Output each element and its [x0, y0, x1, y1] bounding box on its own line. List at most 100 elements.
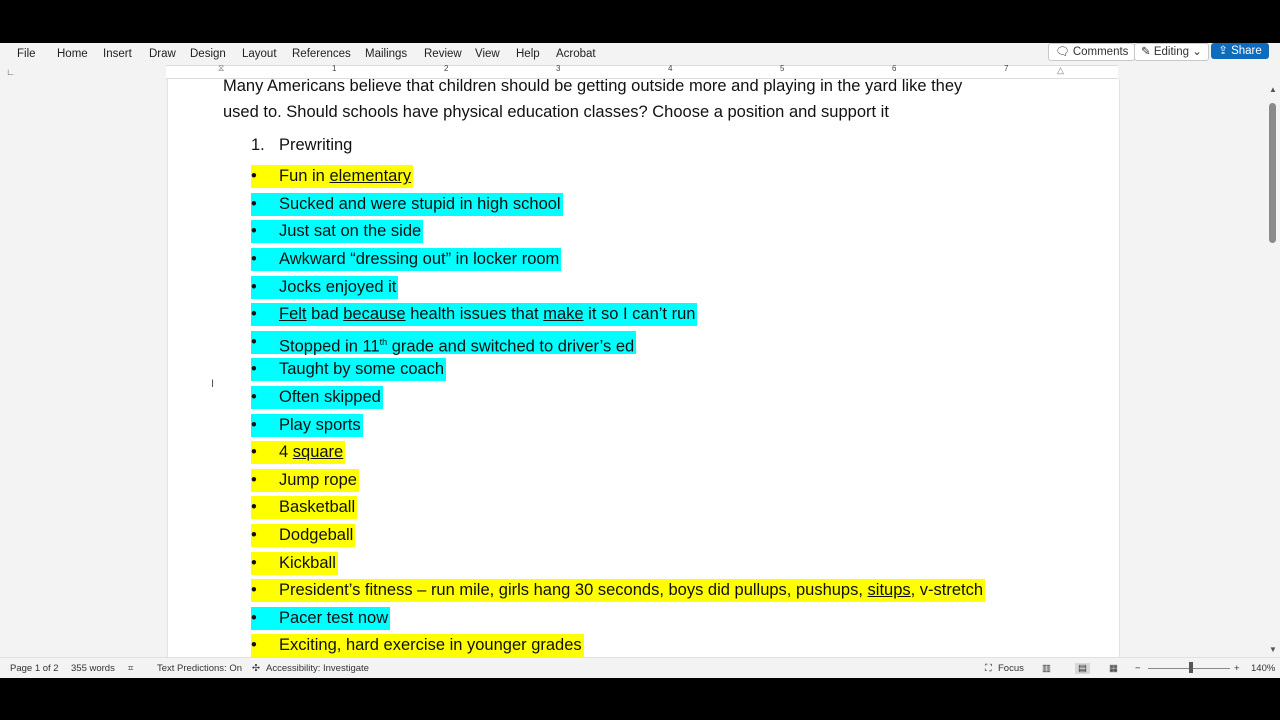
- list-item-text: Awkward “dressing out” in locker room: [279, 248, 562, 272]
- list-item-text: Felt bad because health issues that make…: [279, 303, 698, 327]
- scroll-down-icon[interactable]: ▼: [1269, 645, 1277, 654]
- text-run: , v-stretch: [910, 581, 984, 600]
- vertical-scrollbar[interactable]: ▲ ▼: [1267, 79, 1280, 657]
- text-run: Just sat on the side: [279, 222, 422, 241]
- list-item-text: President’s fitness – run mile, girls ha…: [279, 579, 986, 603]
- list-item-text: Stopped in 11th grade and switched to dr…: [279, 330, 637, 356]
- menu-home[interactable]: Home: [57, 48, 88, 60]
- bullet-icon: •: [251, 275, 279, 299]
- bullet-icon: •: [251, 220, 279, 244]
- bullet-icon: •: [251, 386, 279, 410]
- list-item: • Basketball: [251, 494, 1111, 522]
- list-item: • President’s fitness – run mile, girls h…: [251, 577, 1111, 605]
- menu-insert[interactable]: Insert: [103, 48, 132, 60]
- focus-button[interactable]: Focus: [998, 663, 1024, 674]
- text-run: Felt: [279, 305, 307, 324]
- list-item: • Felt bad because health issues that mak…: [251, 301, 1111, 329]
- accessibility-icon: ✣: [252, 663, 260, 674]
- bullet-icon: •: [251, 303, 279, 327]
- editing-mode-dropdown[interactable]: ✎ Editing ⌄: [1134, 43, 1209, 61]
- scroll-up-icon[interactable]: ▲: [1269, 85, 1277, 94]
- bullet-icon: •: [251, 441, 279, 465]
- menu-layout[interactable]: Layout: [242, 48, 277, 60]
- zoom-slider-thumb[interactable]: [1189, 662, 1193, 673]
- list-item-text: Jocks enjoyed it: [279, 275, 399, 299]
- text-run: 4: [279, 443, 293, 462]
- zoom-out-icon[interactable]: −: [1135, 663, 1141, 674]
- text-cursor-icon: I: [211, 378, 215, 390]
- read-mode-icon[interactable]: ▥: [1042, 663, 1051, 674]
- document-page[interactable]: Many Americans believe that children sho…: [167, 79, 1120, 657]
- page-count[interactable]: Page 1 of 2: [10, 663, 59, 674]
- text-predictions-status[interactable]: Text Predictions: On: [157, 663, 242, 674]
- right-indent-marker-icon[interactable]: △: [1057, 65, 1064, 76]
- list-item-text: Jump rope: [279, 468, 359, 492]
- list-item: • Kickball: [251, 549, 1111, 577]
- share-button[interactable]: ⇪ Share: [1211, 43, 1269, 59]
- menu-review[interactable]: Review: [424, 48, 462, 60]
- bullet-icon: •: [251, 330, 279, 354]
- menu-mailings[interactable]: Mailings: [365, 48, 407, 60]
- menu-help[interactable]: Help: [516, 48, 540, 60]
- menu-file[interactable]: File: [17, 48, 36, 60]
- list-number: 1.: [251, 136, 265, 154]
- prompt-paragraph: Many Americans believe that children sho…: [223, 79, 1063, 125]
- menu-draw[interactable]: Draw: [149, 48, 176, 60]
- text-run: Dodgeball: [279, 526, 354, 545]
- list-item: • Taught by some coach: [251, 356, 1111, 384]
- text-run: th: [379, 336, 388, 347]
- menu-view[interactable]: View: [475, 48, 500, 60]
- zoom-in-icon[interactable]: +: [1234, 663, 1240, 674]
- text-run: Basketball: [279, 498, 356, 517]
- proofing-icon[interactable]: ⌗: [128, 663, 133, 674]
- bullet-icon: •: [251, 551, 279, 575]
- list-item: • Fun in elementary: [251, 163, 1111, 191]
- accessibility-status[interactable]: Accessibility: Investigate: [266, 663, 369, 674]
- ruler-number: 5: [780, 64, 785, 73]
- text-run: Taught by some coach: [279, 360, 445, 379]
- tab-selector-icon[interactable]: ∟: [6, 67, 15, 77]
- list-item: • Play sports: [251, 411, 1111, 439]
- word-count[interactable]: 355 words: [71, 663, 115, 674]
- bullet-icon: •: [251, 468, 279, 492]
- text-run: health issues that: [405, 305, 544, 324]
- text-run: because: [343, 305, 406, 324]
- prompt-line: Many Americans believe that children sho…: [223, 79, 963, 95]
- text-run: elementary: [329, 167, 412, 186]
- ruler-number: 6: [892, 64, 897, 73]
- list-item: • 4 square: [251, 439, 1111, 467]
- text-run: square: [292, 443, 344, 462]
- text-run: Awkward “dressing out” in locker room: [279, 250, 560, 269]
- text-run: make: [543, 305, 584, 324]
- menu-design[interactable]: Design: [190, 48, 226, 60]
- horizontal-ruler[interactable]: ∟ 1 2 3 4 5 6 7 ⧖ △: [0, 63, 1280, 79]
- status-bar: Page 1 of 2 355 words ⌗ Text Predictions…: [0, 657, 1280, 678]
- word-window: File Home Insert Draw Design Layout Refe…: [0, 43, 1280, 678]
- text-run: Exciting, hard exercise in younger grade…: [279, 636, 582, 655]
- menu-acrobat[interactable]: Acrobat: [556, 48, 596, 60]
- scroll-thumb[interactable]: [1269, 103, 1276, 243]
- indent-marker-icon[interactable]: ⧖: [218, 63, 224, 74]
- document-canvas[interactable]: Many Americans believe that children sho…: [0, 79, 1267, 657]
- text-run: Fun in: [279, 167, 330, 186]
- text-run: Pacer test now: [279, 608, 389, 627]
- print-layout-icon[interactable]: ▤: [1075, 663, 1090, 674]
- bullet-icon: •: [251, 524, 279, 548]
- list-item: • Often skipped: [251, 384, 1111, 412]
- comments-button[interactable]: 🗨 Comments: [1048, 43, 1136, 61]
- text-run: grade and switched to driver’s ed: [387, 337, 635, 356]
- text-run: Play sports: [279, 415, 361, 434]
- bullet-icon: •: [251, 606, 279, 630]
- menu-references[interactable]: References: [292, 48, 351, 60]
- bullet-icon: •: [251, 579, 279, 603]
- pencil-icon: ✎: [1141, 46, 1151, 58]
- list-item: • Stopped in 11th grade and switched to d…: [251, 329, 1111, 357]
- list-item-text: Play sports: [279, 413, 363, 437]
- list-item: • Just sat on the side: [251, 218, 1111, 246]
- web-layout-icon[interactable]: ▦: [1109, 663, 1118, 674]
- list-item: • Sucked and were stupid in high school: [251, 191, 1111, 219]
- zoom-level[interactable]: 140%: [1251, 663, 1275, 674]
- ruler-number: 4: [668, 64, 673, 73]
- list-item-text: Fun in elementary: [279, 165, 414, 189]
- list-item-text: Often skipped: [279, 386, 383, 410]
